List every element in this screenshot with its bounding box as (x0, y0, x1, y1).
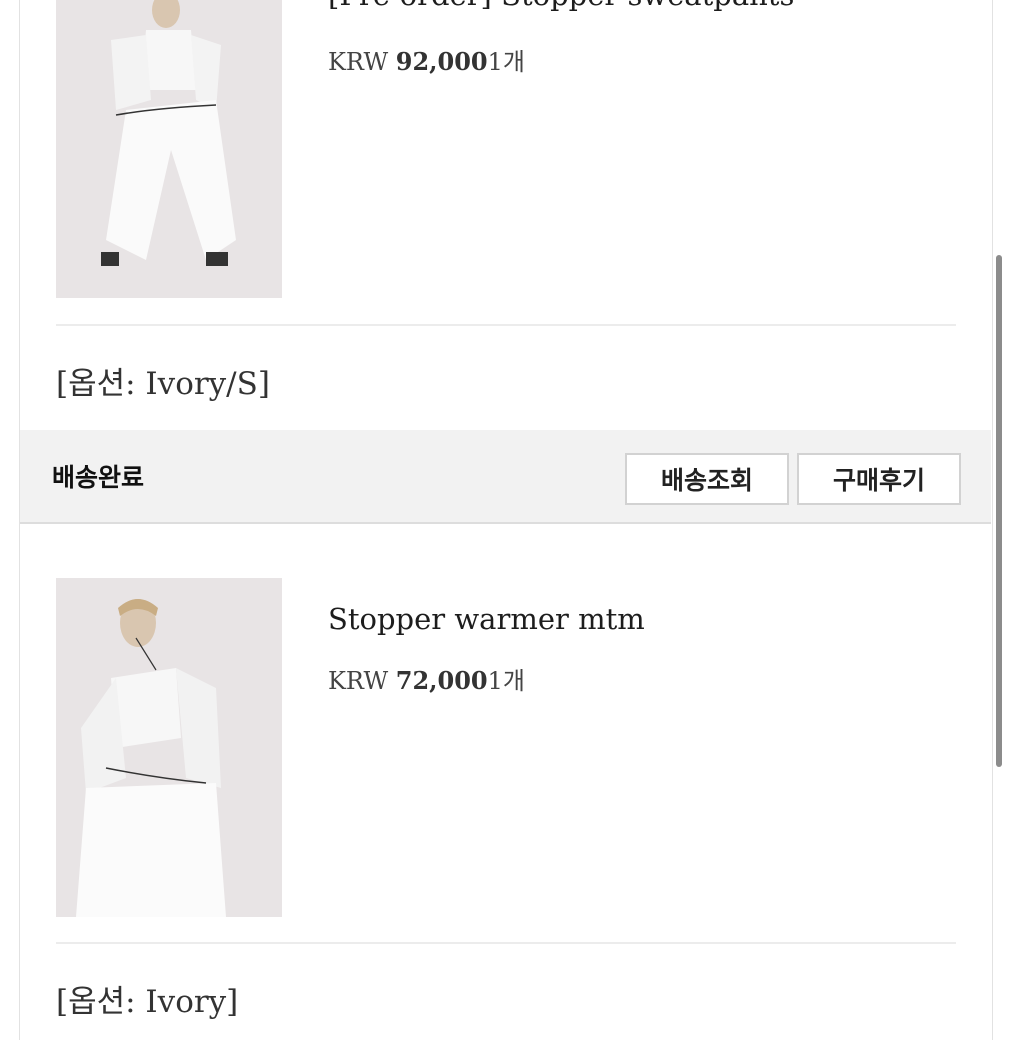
quantity: 1개 (487, 667, 525, 695)
product-image[interactable] (56, 0, 282, 298)
delivery-status: 배송완료 (52, 463, 145, 492)
order-status-bar: 배송완료 배송조회 구매후기 (20, 430, 991, 524)
divider (56, 324, 956, 326)
product-option: [옵션: Ivory/S] (56, 366, 270, 402)
product-option: [옵션: Ivory] (56, 984, 239, 1020)
product-price: KRW 92,0001개 (328, 42, 525, 77)
price-amount: 72,000 (395, 666, 488, 695)
scrollbar[interactable] (996, 255, 1002, 767)
product-title[interactable]: [Pre-order] Stopper sweatpants (328, 0, 794, 12)
price-amount: 92,000 (395, 47, 488, 76)
product-price: KRW 72,0001개 (328, 661, 525, 696)
product-image[interactable] (56, 578, 282, 917)
currency: KRW (328, 667, 389, 695)
divider (56, 942, 956, 944)
currency: KRW (328, 48, 389, 76)
track-shipment-button[interactable]: 배송조회 (625, 453, 789, 505)
product-title[interactable]: Stopper warmer mtm (328, 602, 645, 636)
write-review-button[interactable]: 구매후기 (797, 453, 961, 505)
quantity: 1개 (487, 48, 525, 76)
